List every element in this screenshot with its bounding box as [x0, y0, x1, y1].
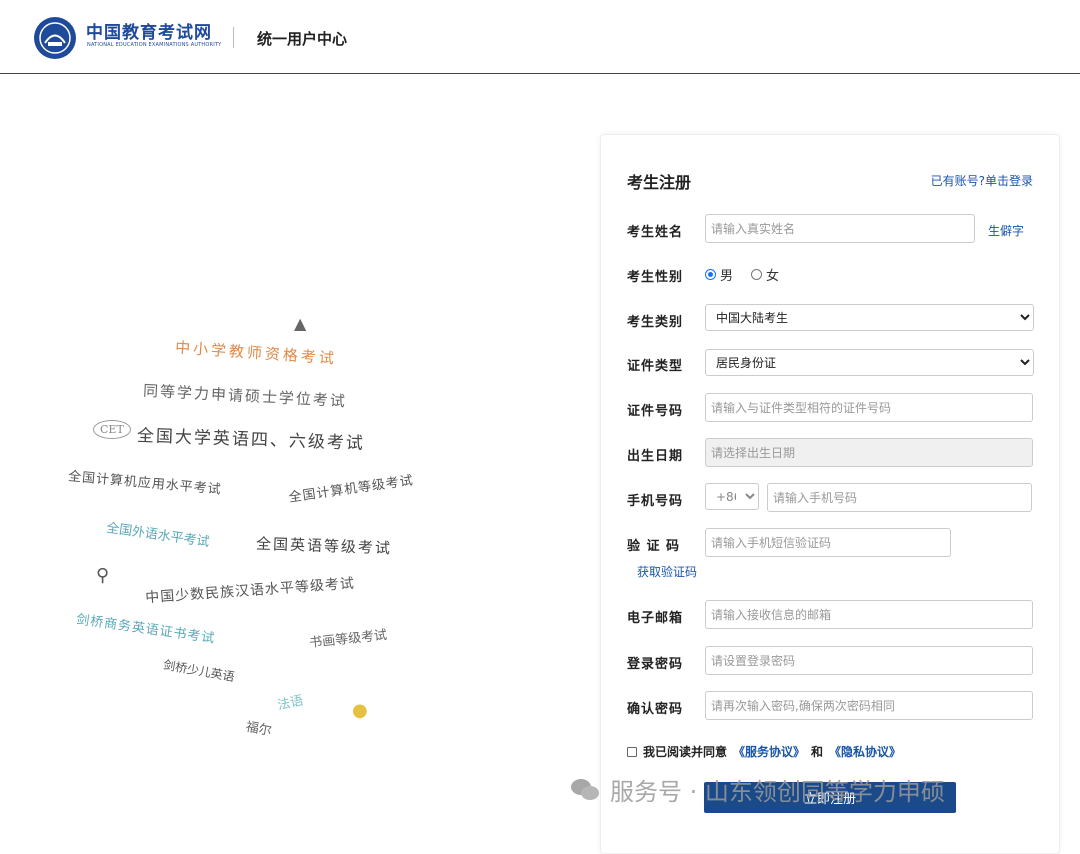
confirm-password-input[interactable]: [705, 691, 1033, 720]
art-foreign-lang: 全国外语水平考试: [105, 520, 211, 551]
verify-code-input[interactable]: [705, 528, 951, 557]
gender-label: 考生性别: [627, 270, 684, 285]
art-cet-badge: CET: [93, 420, 131, 439]
art-cambridge-business: 剑桥商务英语证书考试: [75, 612, 217, 647]
gender-radio-group: 男 女: [705, 265, 779, 284]
email-label: 电子邮箱: [627, 611, 684, 626]
gender-female-label: 女: [766, 269, 780, 284]
art-english-level: 全国英语等级考试: [255, 534, 393, 558]
stamp-icon: ▲: [294, 314, 307, 333]
neea-emblem-icon[interactable]: [33, 16, 77, 60]
and-text: 和: [811, 745, 824, 759]
verify-code-label: 验 证 码: [627, 539, 681, 554]
category-label: 考生类别: [627, 315, 684, 330]
art-cambridge-kids: 剑桥少儿英语: [162, 657, 236, 685]
birth-date-input[interactable]: [705, 438, 1033, 467]
art-computer-app: 全国计算机应用水平考试: [67, 469, 223, 498]
service-agreement-link[interactable]: 《服务协议》: [733, 743, 805, 760]
login-link[interactable]: 已有账号?单击登录: [931, 172, 1033, 189]
logo-title[interactable]: 中国教育考试网: [86, 18, 212, 43]
art-minority-chinese: 中国少数民族汉语水平等级考试: [144, 575, 356, 607]
art-french: 法语: [276, 693, 305, 714]
page-title: 统一用户中心: [257, 30, 348, 48]
exam-word-cloud: 中小学教师资格考试 同等学力申请硕士学位考试 CET 全国大学英语四、六级考试 …: [0, 290, 560, 770]
email-input[interactable]: [705, 600, 1033, 629]
watermark-text: 服务号 · 山东领创同等学力申硕: [610, 778, 945, 806]
art-painting: 书画等级考试: [308, 627, 388, 652]
get-code-link[interactable]: 获取验证码: [637, 563, 697, 580]
phone-label: 手机号码: [627, 494, 684, 509]
birth-label: 出生日期: [627, 449, 684, 464]
id-number-input[interactable]: [705, 393, 1033, 422]
rare-char-link[interactable]: 生僻字: [988, 222, 1024, 239]
name-label: 考生姓名: [627, 225, 684, 240]
gender-male-radio[interactable]: [705, 269, 716, 280]
logo-subtitle: NATIONAL EDUCATION EXAMINATIONS AUTHORIT…: [87, 42, 222, 48]
art-computer-level: 全国计算机等级考试: [287, 473, 415, 506]
agree-text: 我已阅读并同意: [643, 745, 728, 759]
watermark: 服务号 · 山东领创同等学力申硕: [570, 772, 945, 807]
category-select[interactable]: 中国大陆考生: [705, 304, 1034, 331]
password-input[interactable]: [705, 646, 1033, 675]
password-label: 登录密码: [627, 657, 684, 672]
search-icon: ⚲: [96, 565, 110, 586]
top-header: 中国教育考试网 NATIONAL EDUCATION EXAMINATIONS …: [0, 0, 1080, 74]
phone-input[interactable]: [767, 483, 1032, 512]
id-number-label: 证件号码: [627, 404, 684, 419]
register-panel: 考生注册 已有账号?单击登录 考生姓名 生僻字 考生性别 男 女 考生类别 中国…: [600, 134, 1060, 854]
header-divider: [233, 27, 234, 48]
wechat-icon: [571, 778, 599, 800]
art-teacher-exam: 中小学教师资格考试: [174, 338, 338, 368]
gender-female-radio[interactable]: [751, 269, 763, 280]
name-input[interactable]: [705, 214, 975, 243]
bulb-icon: ●: [352, 700, 368, 721]
panel-title: 考生注册: [627, 173, 692, 192]
art-cet46: 全国大学英语四、六级考试: [136, 426, 366, 454]
gender-male-label: 男: [720, 269, 734, 284]
phone-country-select[interactable]: +86: [705, 483, 759, 510]
agree-checkbox[interactable]: [627, 746, 637, 757]
art-tongdeng: 同等学力申请硕士学位考试: [142, 381, 348, 411]
id-type-label: 证件类型: [627, 359, 684, 374]
id-type-select[interactable]: 居民身份证: [705, 349, 1034, 376]
art-fuer: 福尔: [244, 719, 273, 740]
confirm-password-label: 确认密码: [627, 702, 684, 717]
agreement-row: 我已阅读并同意 《服务协议》和《隐私协议》: [627, 743, 901, 760]
privacy-agreement-link[interactable]: 《隐私协议》: [829, 743, 901, 760]
